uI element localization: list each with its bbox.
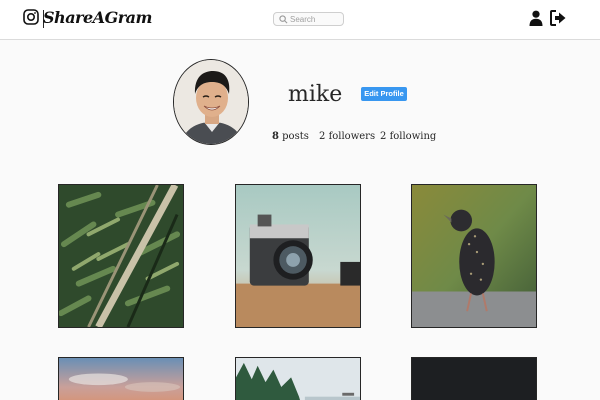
profile-avatar[interactable] bbox=[173, 59, 249, 145]
edit-profile-button[interactable]: Edit Profile bbox=[361, 87, 407, 101]
followers-label: followers bbox=[328, 131, 376, 142]
following-count: 2 bbox=[380, 131, 387, 142]
posts-label: posts bbox=[282, 131, 309, 142]
search-input[interactable] bbox=[290, 13, 342, 25]
logout-icon[interactable] bbox=[550, 10, 566, 26]
post-thumbnail-camera[interactable] bbox=[235, 184, 361, 328]
post-thumbnail-sunset[interactable] bbox=[58, 357, 184, 400]
user-icon[interactable] bbox=[529, 10, 543, 26]
post-thumbnail-forest[interactable] bbox=[235, 357, 361, 400]
search-box[interactable] bbox=[273, 12, 344, 26]
following-stat[interactable]: 2 following bbox=[380, 131, 436, 142]
followers-stat[interactable]: 2 followers bbox=[319, 131, 375, 142]
post-thumbnail-bamboo[interactable] bbox=[58, 184, 184, 328]
following-label: following bbox=[389, 131, 437, 142]
search-icon bbox=[279, 15, 288, 24]
top-nav-bar: ShareAGram bbox=[0, 0, 600, 40]
instagram-icon[interactable] bbox=[23, 9, 39, 25]
post-thumbnail-dark[interactable] bbox=[411, 357, 537, 400]
posts-stat: 8 posts bbox=[272, 131, 309, 142]
app-logo-text[interactable]: ShareAGram bbox=[43, 8, 152, 27]
followers-count: 2 bbox=[319, 131, 326, 142]
profile-username: mike bbox=[288, 82, 343, 107]
posts-count: 8 bbox=[272, 131, 279, 142]
post-thumbnail-bird[interactable] bbox=[411, 184, 537, 328]
